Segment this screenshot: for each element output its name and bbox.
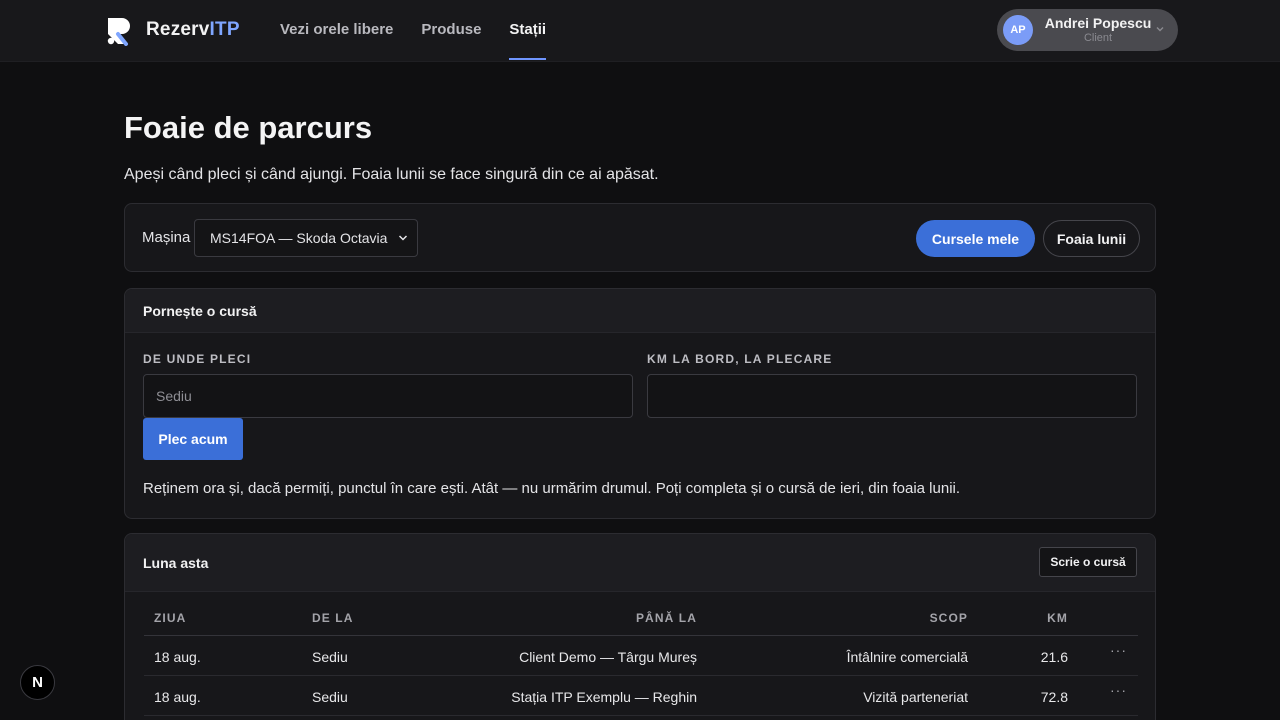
car-select[interactable]: MS14FOA — Skoda Octavia [194,219,418,257]
table-header: ZIUA DE LA PÂNĂ LA SCOP KM [144,600,1138,636]
car-select-value: MS14FOA — Skoda Octavia [210,230,388,246]
from-input[interactable]: Sediu [143,374,633,418]
cell-to: Client Demo — Târgu Mureș [519,649,697,665]
cell-from: Sediu [312,689,348,705]
cell-km: 21.6 [1040,649,1068,665]
user-name: Andrei Popescu [1044,15,1152,31]
trips-table: ZIUA DE LA PÂNĂ LA SCOP KM 18 aug. Sediu… [144,600,1138,716]
table-row[interactable]: 18 aug. Sediu Client Demo — Târgu Mureș … [144,636,1138,676]
user-role: Client [1083,32,1113,44]
car-label: Mașina [142,229,191,246]
column-header-scope: SCOP [929,611,968,625]
chevron-down-icon [1156,27,1164,32]
user-info: Andrei Popescu Client [1042,15,1154,45]
car-selector-card: Mașina MS14FOA — Skoda Octavia Cursele m… [124,203,1156,272]
this-month-card: Luna asta Scrie o cursă ZIUA DE LA PÂNĂ … [124,533,1156,720]
column-header-day: ZIUA [154,611,187,625]
start-trip-card: Pornește o cursă DE UNDE PLECI KM LA BOR… [124,288,1156,519]
from-label: DE UNDE PLECI [143,352,252,366]
km-input[interactable] [647,374,1137,418]
column-header-to: PÂNĂ LA [635,611,697,625]
main-nav: Vezi orele libere Produse Stații [280,0,546,60]
brand-logo[interactable]: RezervITP [104,14,240,46]
top-navbar: RezervITP Vezi orele libere Produse Staț… [0,0,1280,62]
page-title: Foaie de parcurs [124,110,373,145]
page-subtitle: Apeși când pleci și când ajungi. Foaia l… [124,166,659,183]
start-trip-button[interactable]: Plec acum [143,418,243,460]
user-menu-button[interactable]: AP Andrei Popescu Client [997,9,1178,51]
write-trip-button[interactable]: Scrie o cursă [1039,547,1137,577]
more-icon[interactable]: ··· [1110,682,1127,698]
month-sheet-button[interactable]: Foaia lunii [1043,220,1140,257]
this-month-header: Luna asta Scrie o cursă [125,534,1155,592]
cell-day: 18 aug. [154,689,201,705]
avatar: AP [1003,15,1033,45]
km-label: KM LA BORD, LA PLECARE [647,352,833,366]
start-trip-header: Pornește o cursă [125,289,1155,333]
cell-to: Stația ITP Exemplu — Reghin [511,689,697,705]
cell-from: Sediu [312,649,348,665]
cell-day: 18 aug. [154,649,201,665]
cell-scope: Întâlnire comercială [846,649,968,665]
this-month-title: Luna asta [143,555,209,571]
r-logo-icon [107,18,130,46]
nav-item-products[interactable]: Produse [421,0,481,60]
column-header-km: KM [1047,611,1068,625]
more-icon[interactable]: ··· [1110,642,1127,658]
my-trips-button[interactable]: Cursele mele [916,220,1035,257]
nav-item-free-hours[interactable]: Vezi orele libere [280,0,393,60]
start-trip-title: Pornește o cursă [143,303,257,319]
nav-item-stations[interactable]: Stații [509,0,546,60]
brand-name: RezervITP [146,19,240,40]
start-trip-note: Reținem ora și, dacă permiți, punctul în… [143,480,961,497]
n-badge-icon[interactable]: N [20,665,55,700]
cell-km: 72.8 [1040,689,1068,705]
cell-scope: Vizită parteneriat [863,689,968,705]
table-row[interactable]: 18 aug. Sediu Stația ITP Exemplu — Reghi… [144,676,1138,716]
column-header-from: DE LA [312,611,354,625]
chevron-down-icon [398,235,408,241]
